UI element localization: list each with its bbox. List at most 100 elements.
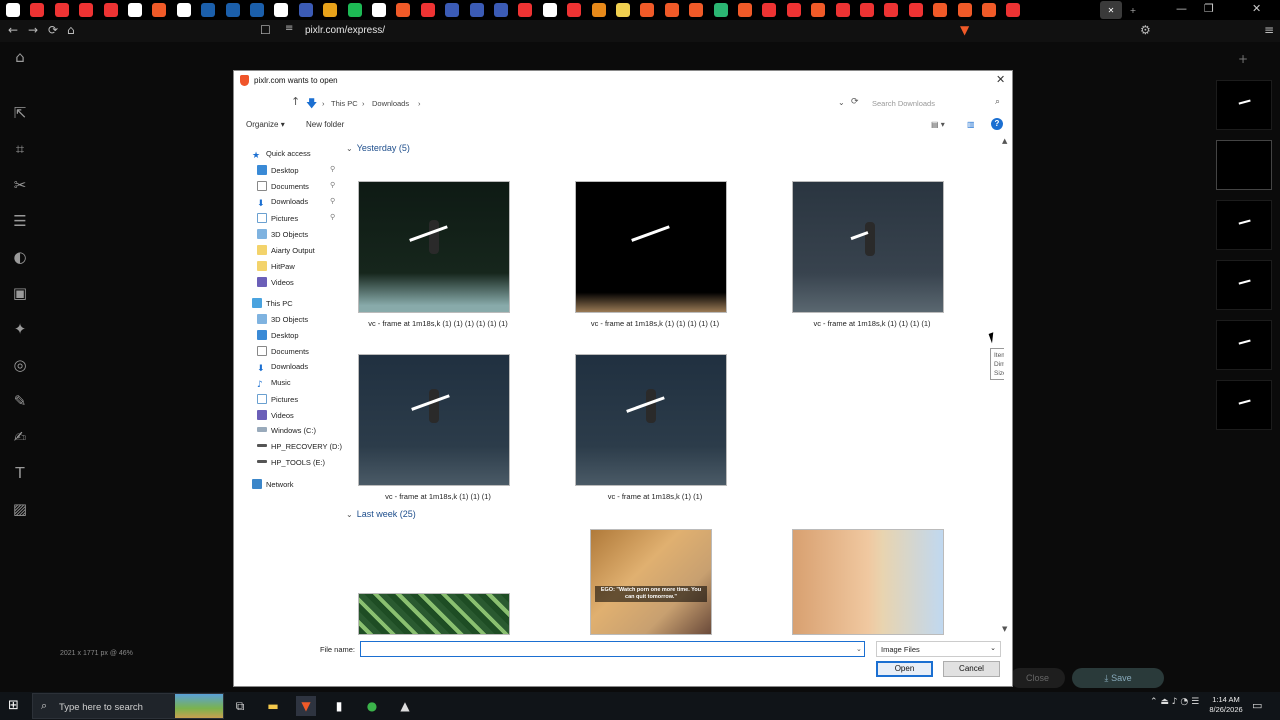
file-item[interactable]: vc - frame at 1m18s,k (1) (1) (1) (1) [784,181,944,341]
browser-tab-favicon[interactable] [494,3,508,17]
layer-thumbnail[interactable] [1216,320,1272,370]
nav-pc-music[interactable]: ♪ Music [257,378,291,393]
scroll-up-icon[interactable]: ▲ [1002,137,1007,145]
nav-quick-aiarty[interactable]: Aiarty Output [257,245,315,260]
browser-tab-favicon[interactable] [469,3,484,17]
restore-icon[interactable]: ❐ [1204,2,1214,15]
browser-tab-favicon[interactable] [298,3,313,17]
audio-app-icon[interactable]: ▮ [329,696,349,716]
minimize-icon[interactable]: — [1176,2,1187,15]
browser-tab-favicon[interactable] [884,3,899,17]
browser-tab-favicon[interactable] [713,3,728,17]
crop-tool-icon[interactable]: ⌗ [10,140,30,160]
new-folder-button[interactable]: New folder [306,120,344,129]
file-thumbnail[interactable]: EGO: "Watch porn one more time. You can … [590,529,712,635]
brave-browser-icon[interactable]: ▼ [296,696,316,716]
system-tray[interactable]: ⌃ ⏏ ♪ ◔ ☰ [1150,697,1199,707]
dialog-search-input[interactable]: Search Downloads ⌕ [866,95,1004,113]
nav-pc-desktop[interactable]: Desktop [257,330,299,345]
help-icon[interactable]: ? [991,118,1003,130]
browser-tab-favicon[interactable] [811,3,826,17]
cutout-tool-icon[interactable]: ✂ [10,176,30,196]
nav-quick-access[interactable]: ★ Quick access [252,149,311,164]
browser-tab-favicon[interactable] [982,3,996,17]
scroll-down-icon[interactable]: ▼ [1002,625,1007,633]
nav-this-pc[interactable]: This PC [252,298,293,313]
file-item[interactable]: vc - frame at 1m18s,k (1) (1) (1) (1) (1… [567,181,727,341]
browser-tab-favicon[interactable] [860,3,874,17]
file-thumbnail[interactable] [792,529,944,635]
history-chevron-icon[interactable]: ⌄ [838,98,845,107]
group-header-yesterday[interactable]: ⌄ Yesterday (5) [346,143,410,153]
browser-tab-favicon[interactable] [420,3,435,17]
editor-save-button[interactable]: ⤓ Save [1072,668,1164,688]
nav-quick-3d-objects[interactable]: 3D Objects [257,229,308,244]
active-tab-close-icon[interactable]: ✕ [1100,1,1122,19]
forward-icon[interactable]: → [28,23,38,37]
nav-quick-documents[interactable]: Documents [257,181,309,196]
dialog-close-icon[interactable]: ✕ [996,73,1005,86]
browser-tab-favicon[interactable] [616,3,630,17]
task-view-icon[interactable]: ⧉ [230,696,250,716]
vpn-app-icon[interactable]: ▲ [395,696,415,716]
browser-tab-favicon[interactable] [567,3,582,17]
site-settings-icon[interactable]: ≡ [285,23,293,34]
browser-tab-favicon[interactable] [54,3,69,17]
file-item[interactable]: vc - frame at 1m18s,k (1) (1) [567,354,727,514]
url-text[interactable]: pixlr.com/express/ [305,25,385,36]
breadcrumb-downloads[interactable]: Downloads [372,99,409,108]
liquify-tool-icon[interactable]: ◎ [10,356,30,376]
adjust-tool-icon[interactable]: ☰ [10,212,30,232]
arrange-tool-icon[interactable]: ⇱ [10,104,30,124]
taskbar-search-box[interactable]: ⌕ Type here to search [32,693,224,719]
file-name-input[interactable] [360,641,865,657]
nav-pc-3d-objects[interactable]: 3D Objects [257,314,308,329]
home-icon[interactable]: ⌂ [67,23,75,37]
browser-tab-favicon[interactable] [1006,3,1021,17]
clock[interactable]: 1:14 AM 8/26/2026 [1202,695,1250,715]
nav-network[interactable]: Network [252,479,294,494]
preview-pane-icon[interactable]: ▥ [967,120,975,129]
up-arrow-icon[interactable]: ↑ [291,95,300,108]
open-button[interactable]: Open [876,661,933,677]
new-tab-icon[interactable]: + [1126,3,1140,17]
file-explorer-icon[interactable]: ▬ [263,696,283,716]
texture-tool-icon[interactable]: ▨ [10,500,30,520]
nav-pc-windows-c[interactable]: Windows (C:) [257,426,316,441]
add-layer-icon[interactable]: + [1238,52,1248,66]
browser-tab-favicon[interactable] [786,3,801,17]
refresh-icon[interactable]: ⟳ [851,97,859,107]
browser-tab-favicon[interactable] [103,3,118,17]
vertical-scrollbar[interactable]: ▲ ▼ [1000,135,1012,635]
browser-tab-favicon[interactable] [372,3,386,17]
nav-quick-desktop[interactable]: Desktop [257,165,299,180]
reload-icon[interactable]: ⟳ [48,23,58,37]
browser-tab-favicon[interactable] [933,3,948,17]
browser-tab-favicon[interactable] [738,3,752,17]
file-item[interactable]: vc - frame at 1m18s,k (1) (1) (1) (1) (1… [350,181,510,341]
browser-tab-favicon[interactable] [79,3,94,17]
chevron-down-icon[interactable]: ⌄ [856,645,862,653]
file-thumbnail[interactable] [358,593,510,635]
nav-pc-downloads[interactable]: ⬇ Downloads [257,362,308,377]
nav-quick-downloads[interactable]: ⬇ Downloads [257,197,308,212]
browser-tab-favicon[interactable] [201,3,216,17]
browser-tab-favicon[interactable] [176,3,191,17]
browser-tab-favicon[interactable] [274,3,289,17]
browser-tab-favicon[interactable] [225,3,240,17]
browser-tab-favicon[interactable] [908,3,923,17]
browser-tab-favicon[interactable] [518,3,533,17]
bookmark-icon[interactable]: ☐ [260,23,271,37]
group-header-last-week[interactable]: ⌄ Last week (25) [346,509,416,519]
nav-quick-pictures[interactable]: Pictures [257,213,298,228]
organize-button[interactable]: Organize ▾ [246,120,285,129]
browser-tab-favicon[interactable] [542,3,557,17]
effect-tool-icon[interactable]: ◐ [10,248,30,268]
editor-close-button[interactable]: Close [1010,668,1065,688]
layer-thumbnail[interactable] [1216,140,1272,190]
browser-tab-favicon[interactable] [6,3,20,17]
draw-tool-icon[interactable]: ✍ [10,428,30,448]
nav-pc-pictures[interactable]: Pictures [257,394,298,409]
file-type-select[interactable]: Image Files ⌄ [876,641,1001,657]
text-tool-icon[interactable]: T [10,464,30,484]
